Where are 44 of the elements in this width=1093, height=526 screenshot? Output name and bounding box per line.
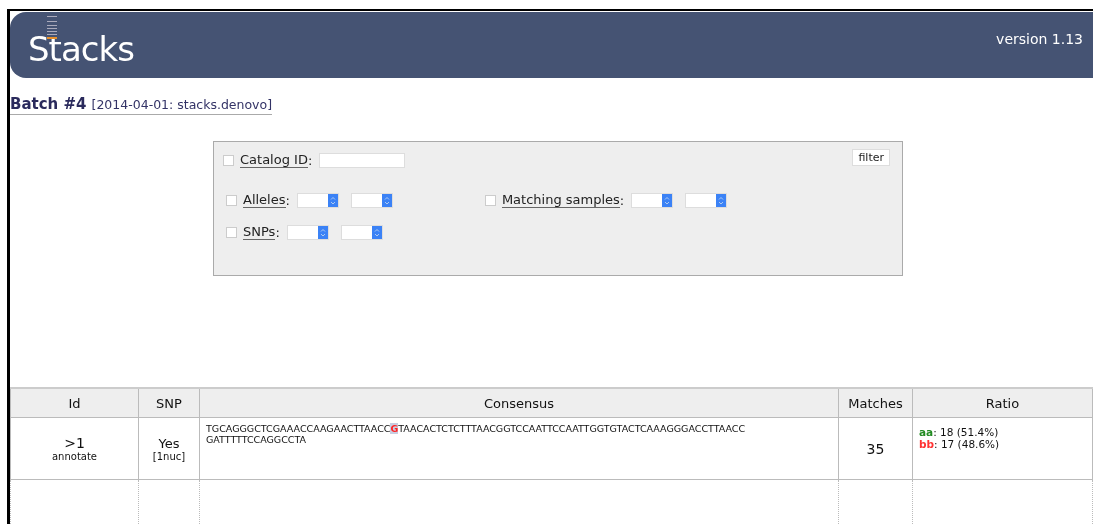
colon-text: : [307, 152, 313, 168]
checkbox[interactable] [226, 226, 237, 238]
colon-text: : [619, 192, 625, 208]
select-field[interactable] [296, 192, 339, 208]
logo-text: Stacks [28, 28, 134, 70]
spinner-icon[interactable] [662, 193, 673, 207]
spinner-icon[interactable] [716, 193, 727, 207]
filter-label: Catalog ID [240, 152, 308, 168]
select-field[interactable] [340, 224, 383, 240]
filter-button[interactable]: filter [852, 149, 890, 166]
input-field[interactable] [319, 152, 406, 168]
sequence-text: GATTTTTCCAGGCCTA [206, 434, 308, 445]
checkbox[interactable] [484, 194, 496, 206]
checkbox[interactable] [226, 194, 237, 206]
spinner-icon[interactable] [327, 193, 338, 207]
spinner-icon[interactable] [381, 193, 392, 207]
select-field[interactable] [685, 192, 728, 208]
spinner-icon[interactable] [317, 225, 328, 239]
filter-label: Alleles [243, 192, 286, 208]
colon-text: : [285, 192, 290, 208]
checkbox[interactable] [223, 154, 234, 166]
annotate-link[interactable]: annotate [11, 451, 138, 462]
column-header: Matches [838, 388, 913, 418]
id-text: >1 [63, 435, 86, 451]
batch-title: Batch #4 [10, 95, 87, 113]
snp-text: Yes [157, 435, 181, 451]
select-field[interactable] [631, 192, 674, 208]
filter-label: Matching samples [501, 192, 620, 208]
colon-text: : [275, 224, 280, 240]
select-field[interactable] [286, 224, 329, 240]
column-header: Id [10, 388, 139, 418]
column-header: Ratio [912, 388, 1093, 418]
spinner-icon[interactable] [371, 225, 382, 239]
column-header: SNP [138, 388, 200, 418]
matches-value: 35 [866, 441, 885, 457]
sequence-text: TGCAGGGCTCGAAACCAAGAACTTAACCGTAACACTCTCTTTAACGGTCCAATTCCAATTGGTGTACTCAAAGGGACCTTAACC [206, 423, 747, 434]
batch-detail: [2014-04-01: stacks.denovo] [91, 97, 273, 112]
allele-count: : 18 (51.4%) [933, 426, 999, 438]
filter-label: SNPs [243, 224, 276, 240]
column-header: Consensus [199, 388, 839, 418]
version-label: version 1.13 [996, 31, 1083, 47]
allele-count: : 17 (48.6%) [934, 438, 1000, 450]
snp-detail: [1nuc] [151, 450, 187, 462]
select-field[interactable] [350, 192, 393, 208]
